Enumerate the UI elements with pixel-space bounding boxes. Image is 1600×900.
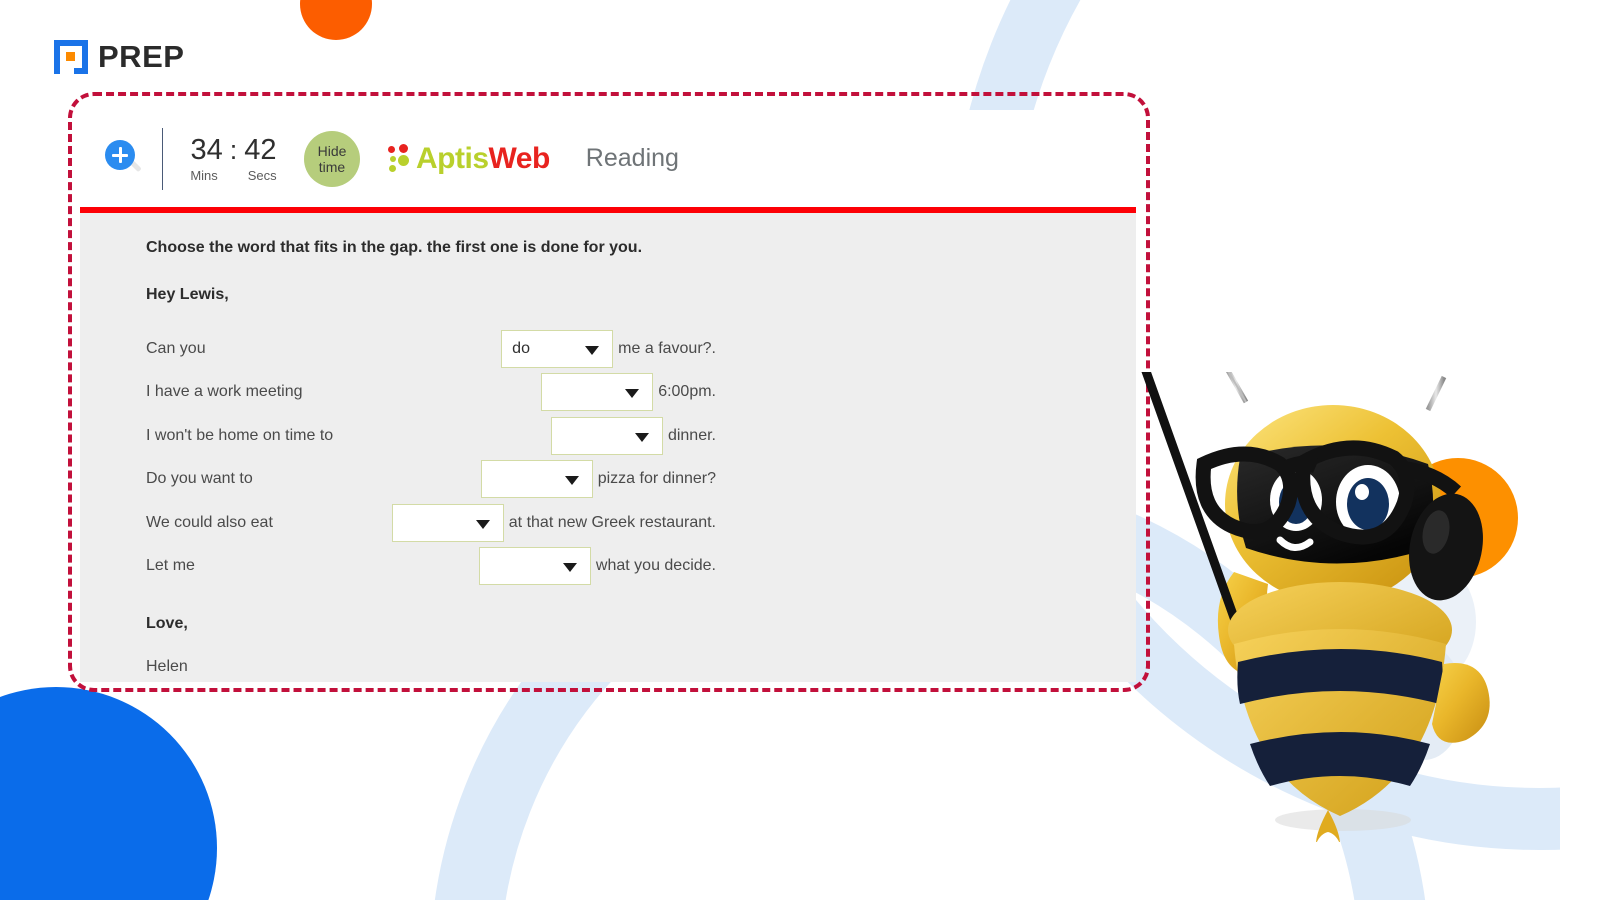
gap-prefix-text: Can you (146, 339, 206, 357)
chevron-down-icon (625, 389, 640, 399)
gap-row: I have a work meeting 6:00pm. (146, 371, 716, 415)
aptisweb-logo: Aptis Web (388, 142, 550, 176)
decorative-blue-circle (0, 687, 217, 900)
prep-logo-icon (52, 38, 90, 76)
aptis-logo-part1: Aptis (416, 141, 489, 175)
gap-dropdown-1[interactable]: do (501, 329, 614, 368)
task-instruction: Choose the word that fits in the gap. th… (146, 239, 643, 256)
chevron-down-icon (634, 432, 649, 442)
brand-logo[interactable]: PREP (52, 38, 184, 76)
skill-title: Reading (585, 144, 679, 172)
gap-row: Do you want to pizza for dinner? (146, 458, 716, 502)
hide-time-label-line1: Hide (317, 142, 347, 159)
gap-suffix-text: what you decide. (595, 557, 716, 575)
gap-dropdown-5[interactable] (391, 503, 504, 542)
hide-time-button[interactable]: Hide time (304, 130, 360, 187)
gap-suffix-text: me a favour?. (618, 339, 716, 357)
exam-header: 34 : 42 Mins Secs Hide time Aptis Web Re… (80, 110, 1136, 207)
countdown-timer: 34 : 42 Mins Secs (181, 134, 286, 183)
aptis-dots-icon (388, 143, 414, 174)
header-divider (162, 127, 163, 190)
exam-card: 34 : 42 Mins Secs Hide time Aptis Web Re… (80, 110, 1136, 682)
gap-dropdown-2[interactable] (541, 373, 654, 412)
gap-dropdown-3[interactable] (550, 416, 663, 455)
timer-seconds-label: Secs (247, 168, 277, 183)
gap-dropdown-4[interactable] (480, 460, 593, 499)
gap-dropdown-value: do (512, 339, 530, 357)
chevron-down-icon (564, 476, 579, 486)
gap-prefix-text: We could also eat (146, 513, 273, 531)
chevron-down-icon (585, 345, 600, 355)
gap-row: I won't be home on time to dinner. (146, 414, 716, 458)
screen-root: PREP 34 : 42 Mins Secs Hide time Aptis W… (0, 0, 1600, 900)
gap-prefix-text: Let me (146, 557, 195, 575)
brand-name: PREP (98, 39, 185, 74)
gap-dropdown-6[interactable] (478, 547, 591, 586)
decorative-orange-circle-top (300, 0, 372, 40)
gap-suffix-text: dinner. (667, 426, 716, 444)
gap-fill-list: Can you do me a favour?. I have a work meet… (146, 327, 1136, 588)
gap-suffix-text: pizza for dinner? (597, 470, 716, 488)
gap-prefix-text: I won't be home on time to (146, 426, 334, 444)
letter-greeting: Hey Lewis, (146, 286, 229, 303)
zoom-in-icon (103, 138, 145, 180)
gap-suffix-text: 6:00pm. (658, 383, 716, 401)
hide-time-label-line2: time (318, 158, 346, 175)
bee-mascot-icon (1128, 355, 1538, 844)
timer-minutes: 34 (190, 134, 223, 166)
chevron-down-icon (475, 519, 490, 529)
gap-row: Can you do me a favour?. (146, 327, 716, 371)
gap-row: Let me what you decide. (146, 545, 716, 589)
gap-prefix-text: Do you want to (146, 470, 253, 488)
timer-separator: : (229, 135, 238, 165)
aptis-logo-part2: Web (488, 141, 551, 175)
timer-seconds: 42 (244, 134, 277, 166)
chevron-down-icon (562, 563, 577, 573)
zoom-in-button[interactable] (92, 138, 156, 180)
exam-body: Choose the word that fits in the gap. th… (80, 213, 1136, 682)
timer-minutes-label: Mins (190, 168, 218, 183)
gap-prefix-text: I have a work meeting (146, 383, 303, 401)
letter-closing: Love, (146, 615, 188, 632)
gap-suffix-text: at that new Greek restaurant. (508, 513, 716, 531)
gap-row: We could also eat at that new Greek resta… (146, 501, 716, 545)
decorative-mask (1560, 0, 1600, 900)
letter-signature: Helen (146, 658, 188, 675)
